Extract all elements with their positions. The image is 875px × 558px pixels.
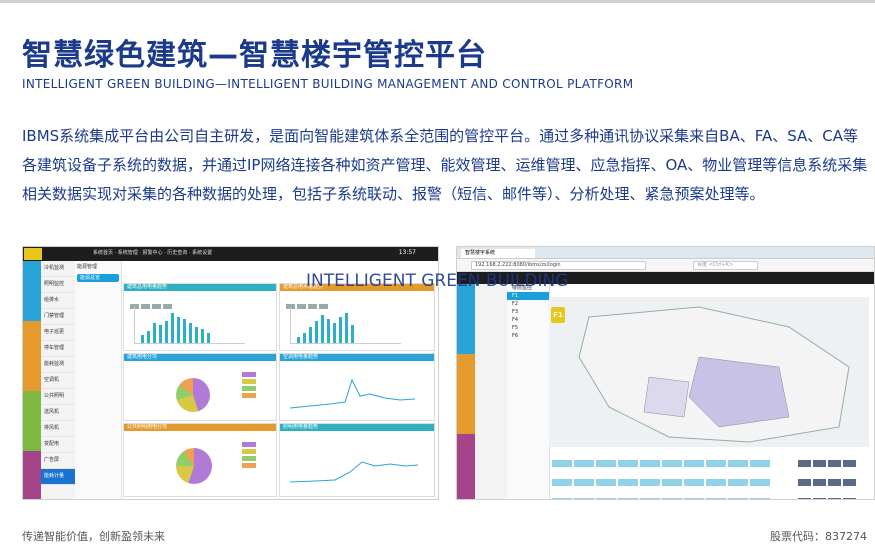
- sidebar-item[interactable]: 照明监控: [41, 277, 75, 293]
- pie-chart: [176, 448, 212, 484]
- line-chart: [290, 378, 416, 409]
- footer-stock-code: 股票代码：837274: [770, 530, 867, 543]
- panel-title: 照明用电量趋势: [280, 424, 434, 431]
- top-menu: 系统首页 · 系统管理 · 报警中心 · 历史查询 · 系统设置: [93, 250, 213, 256]
- category-security: [457, 284, 475, 354]
- category-equipment: [23, 321, 41, 391]
- chart-panel: 空调用电量趋势: [279, 353, 435, 421]
- pie-legend: [242, 372, 256, 400]
- floor-map[interactable]: [549, 297, 869, 447]
- clock: 13:57: [398, 249, 416, 256]
- panel-title: 空调用电量趋势: [280, 354, 434, 361]
- category-equipment: [457, 354, 475, 434]
- control-keypad: [797, 453, 869, 499]
- sidebar-item[interactable]: 广告屏: [41, 453, 75, 469]
- pie-chart: [176, 378, 210, 412]
- chart-panel: 建筑总用电量趋势: [123, 283, 277, 351]
- sidebar-item[interactable]: 冷机监测: [41, 261, 75, 277]
- app-logo: [24, 248, 42, 260]
- device-tiles: [551, 453, 791, 499]
- footer-slogan: 传递智能价值，创新盈领未来: [22, 530, 165, 543]
- sidebar-item[interactable]: 公共照明: [41, 389, 75, 405]
- floor-list: 楼层监控 F1 F2 F3 F4 F5 F6: [507, 284, 550, 499]
- sidebar-nav: 冷机监测 照明监控 给排水 门禁管理 电子巡更 停车管理 能耗监测 空调机 公共…: [41, 261, 76, 499]
- sub-nav: 能源管理 能源总览: [75, 261, 122, 499]
- sidebar-item[interactable]: 门禁管理: [41, 309, 75, 325]
- panel-title: 建筑总用电量趋势: [124, 284, 276, 291]
- sidebar-item[interactable]: 给排水: [41, 293, 75, 309]
- top-divider: [0, 0, 875, 3]
- sidebar-item[interactable]: 送风机: [41, 405, 75, 421]
- chart-panel: 建筑总用水量趋势: [279, 283, 435, 351]
- chart-panel: 建筑用电分项: [123, 353, 277, 421]
- sidebar-item[interactable]: 排风机: [41, 421, 75, 437]
- page-description: IBMS系统集成平台由公司自主研发，是面向智能建筑体系全范围的管控平台。通过多种…: [22, 127, 868, 203]
- sidebar-item[interactable]: 变配电: [41, 437, 75, 453]
- address-bar[interactable]: 192.168.2.222:8080/ibms/zs/login: [471, 261, 646, 270]
- sidebar-item[interactable]: 电子巡更: [41, 325, 75, 341]
- floor-item[interactable]: F6: [507, 332, 549, 340]
- browser-tab[interactable]: 智慧楼宇系统: [461, 249, 535, 258]
- sidebar-nav: [475, 284, 510, 499]
- browser-tabbar: 智慧楼宇系统: [457, 247, 874, 259]
- bar-chart: [290, 307, 401, 344]
- floor-item[interactable]: F2: [507, 300, 549, 308]
- app-header: 系统首页 · 系统管理 · 报警中心 · 历史查询 · 系统设置 13:57: [23, 247, 438, 261]
- floor-item[interactable]: F4: [507, 316, 549, 324]
- pie-legend: [242, 442, 256, 470]
- panel-title: 建筑用电分项: [124, 354, 276, 361]
- floor-badge: F1: [551, 307, 565, 323]
- sidebar-item[interactable]: 停车管理: [41, 341, 75, 357]
- watermark-text: INTELLIGENT GREEN BUILDING: [306, 271, 569, 291]
- floor-plan-drawing: [578, 306, 850, 443]
- category-operations: [23, 391, 41, 451]
- floor-item[interactable]: F3: [507, 308, 549, 316]
- bar-chart: [134, 307, 245, 344]
- category-security: [23, 261, 41, 321]
- sidebar-item[interactable]: 能耗监测: [41, 357, 75, 373]
- category-energy: [457, 434, 475, 499]
- sub-nav-active[interactable]: 能源总览: [77, 274, 119, 282]
- floor-item[interactable]: F5: [507, 324, 549, 332]
- category-energy: [23, 451, 41, 499]
- chart-panel: 公共照明用电分项: [123, 423, 277, 497]
- panel-title: 公共照明用电分项: [124, 424, 276, 431]
- chart-panel: 照明用电量趋势: [279, 423, 435, 497]
- sidebar-item-energy[interactable]: 能耗计量: [41, 469, 75, 485]
- sidebar-item[interactable]: 空调机: [41, 373, 75, 389]
- line-chart: [290, 461, 419, 483]
- page-subtitle: INTELLIGENT GREEN BUILDING—INTELLIGENT B…: [22, 77, 634, 91]
- sub-nav-head: 能源管理: [77, 264, 98, 270]
- search-box[interactable]: 百度 <Ctrl+K>: [693, 261, 758, 270]
- page-title: 智慧绿色建筑—智慧楼宇管控平台: [22, 38, 487, 73]
- floor-item[interactable]: F1: [507, 292, 549, 300]
